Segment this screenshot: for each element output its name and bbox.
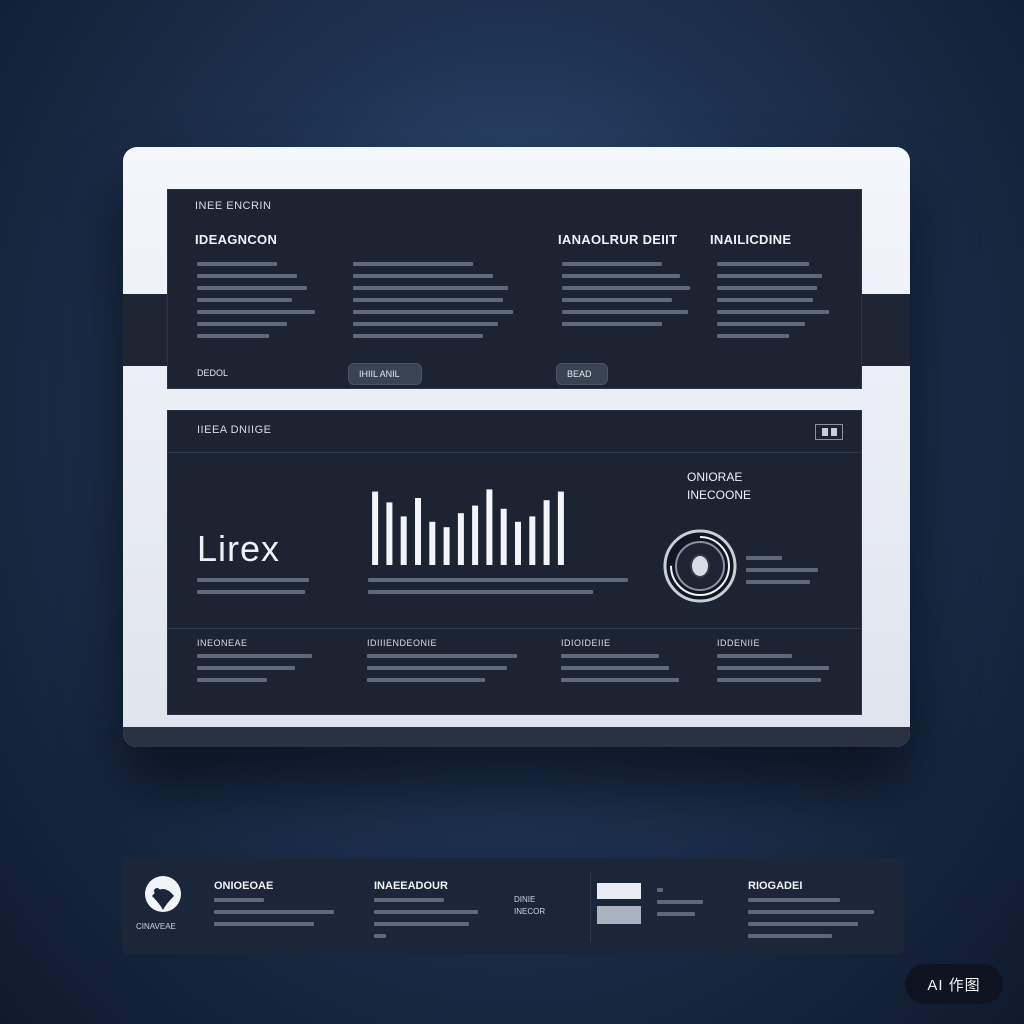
footer-column-2-title: IDIIIENDEONIE bbox=[367, 638, 438, 648]
device-bottom-edge bbox=[123, 727, 910, 747]
brand-caption-text bbox=[197, 578, 312, 602]
footer-column-4-text bbox=[717, 654, 832, 690]
bottom-white-tile-1 bbox=[597, 883, 641, 899]
top-panel-header: INEE ENCRIN bbox=[195, 200, 272, 212]
bar-13 bbox=[543, 500, 550, 565]
bottom-item-mini-text bbox=[657, 888, 707, 924]
footer-column-2-text bbox=[367, 654, 522, 690]
brand-word: Lirex bbox=[197, 528, 281, 569]
view-toggle-icon[interactable] bbox=[815, 424, 843, 440]
bottom-white-tile-2 bbox=[597, 906, 641, 924]
gauge-title-line2: INECOONE bbox=[687, 488, 752, 502]
top-column-3-title: IANAOLRUR DEIIT bbox=[558, 232, 678, 247]
device-side-band-right bbox=[862, 294, 910, 366]
top-column-4-title: INAILICDINE bbox=[710, 232, 792, 247]
mid-panel-header: IIEEA DNIIGE bbox=[197, 424, 272, 436]
bar-8 bbox=[472, 505, 479, 565]
device-side-band-left bbox=[123, 294, 167, 366]
bottom-center-caption-1: DINIE bbox=[514, 895, 536, 904]
bar-11 bbox=[515, 521, 521, 565]
bar-7 bbox=[457, 513, 464, 565]
footer-column-1-text bbox=[197, 654, 317, 690]
chart-caption-text bbox=[368, 578, 628, 602]
bar-9 bbox=[486, 489, 493, 565]
bottom-center-caption-2: INECOR bbox=[514, 907, 546, 916]
bottom-item-3-title: RIOGADEI bbox=[748, 880, 803, 892]
footer-column-1-title: INEONEAE bbox=[197, 638, 248, 648]
bottom-item-1-title: ONIOEOAE bbox=[214, 880, 274, 892]
bar-1 bbox=[372, 491, 379, 565]
bar-14 bbox=[557, 491, 564, 565]
top-column-2-text bbox=[353, 262, 513, 346]
footer-column-3-title: IDIOIDEIIE bbox=[561, 638, 611, 648]
bottom-item-1-text bbox=[214, 898, 339, 934]
bar-10 bbox=[500, 508, 507, 565]
footer-column-3-text bbox=[561, 654, 681, 690]
mid-header-divider bbox=[167, 452, 862, 453]
bottom-strip-divider bbox=[590, 872, 591, 942]
top-column-3-button[interactable]: BEAD bbox=[556, 363, 608, 385]
gauge-title-line1: ONIORAE bbox=[687, 470, 743, 484]
mid-footer-divider bbox=[167, 628, 862, 629]
top-column-2-button[interactable]: IHIIL ANIL bbox=[348, 363, 422, 385]
brand-logo-icon bbox=[145, 876, 181, 912]
bar-2 bbox=[386, 502, 393, 565]
bottom-item-2-text bbox=[374, 898, 484, 946]
top-column-1-text bbox=[197, 262, 317, 346]
top-column-1-button[interactable]: DEDOL bbox=[197, 362, 228, 384]
bar-12 bbox=[529, 516, 536, 565]
brand-logo-caption: CINAVEAE bbox=[136, 922, 176, 931]
bottom-item-3-text bbox=[748, 898, 878, 946]
gauge-dial bbox=[663, 529, 737, 603]
ai-badge[interactable]: AI 作图 bbox=[905, 964, 1003, 1004]
bar-6 bbox=[443, 527, 450, 565]
gauge-caption-text bbox=[746, 556, 826, 592]
bar-4 bbox=[415, 498, 421, 565]
top-column-4-text bbox=[717, 262, 837, 346]
bottom-item-2-title: INAEEADOUR bbox=[374, 880, 448, 892]
footer-column-4-title: IDDENIIE bbox=[717, 638, 761, 648]
top-column-3-text bbox=[562, 262, 692, 334]
bar-3 bbox=[400, 516, 407, 565]
bar-chart bbox=[372, 489, 564, 565]
top-column-1-title: IDEAGNCON bbox=[195, 232, 278, 247]
bar-5 bbox=[429, 521, 436, 565]
